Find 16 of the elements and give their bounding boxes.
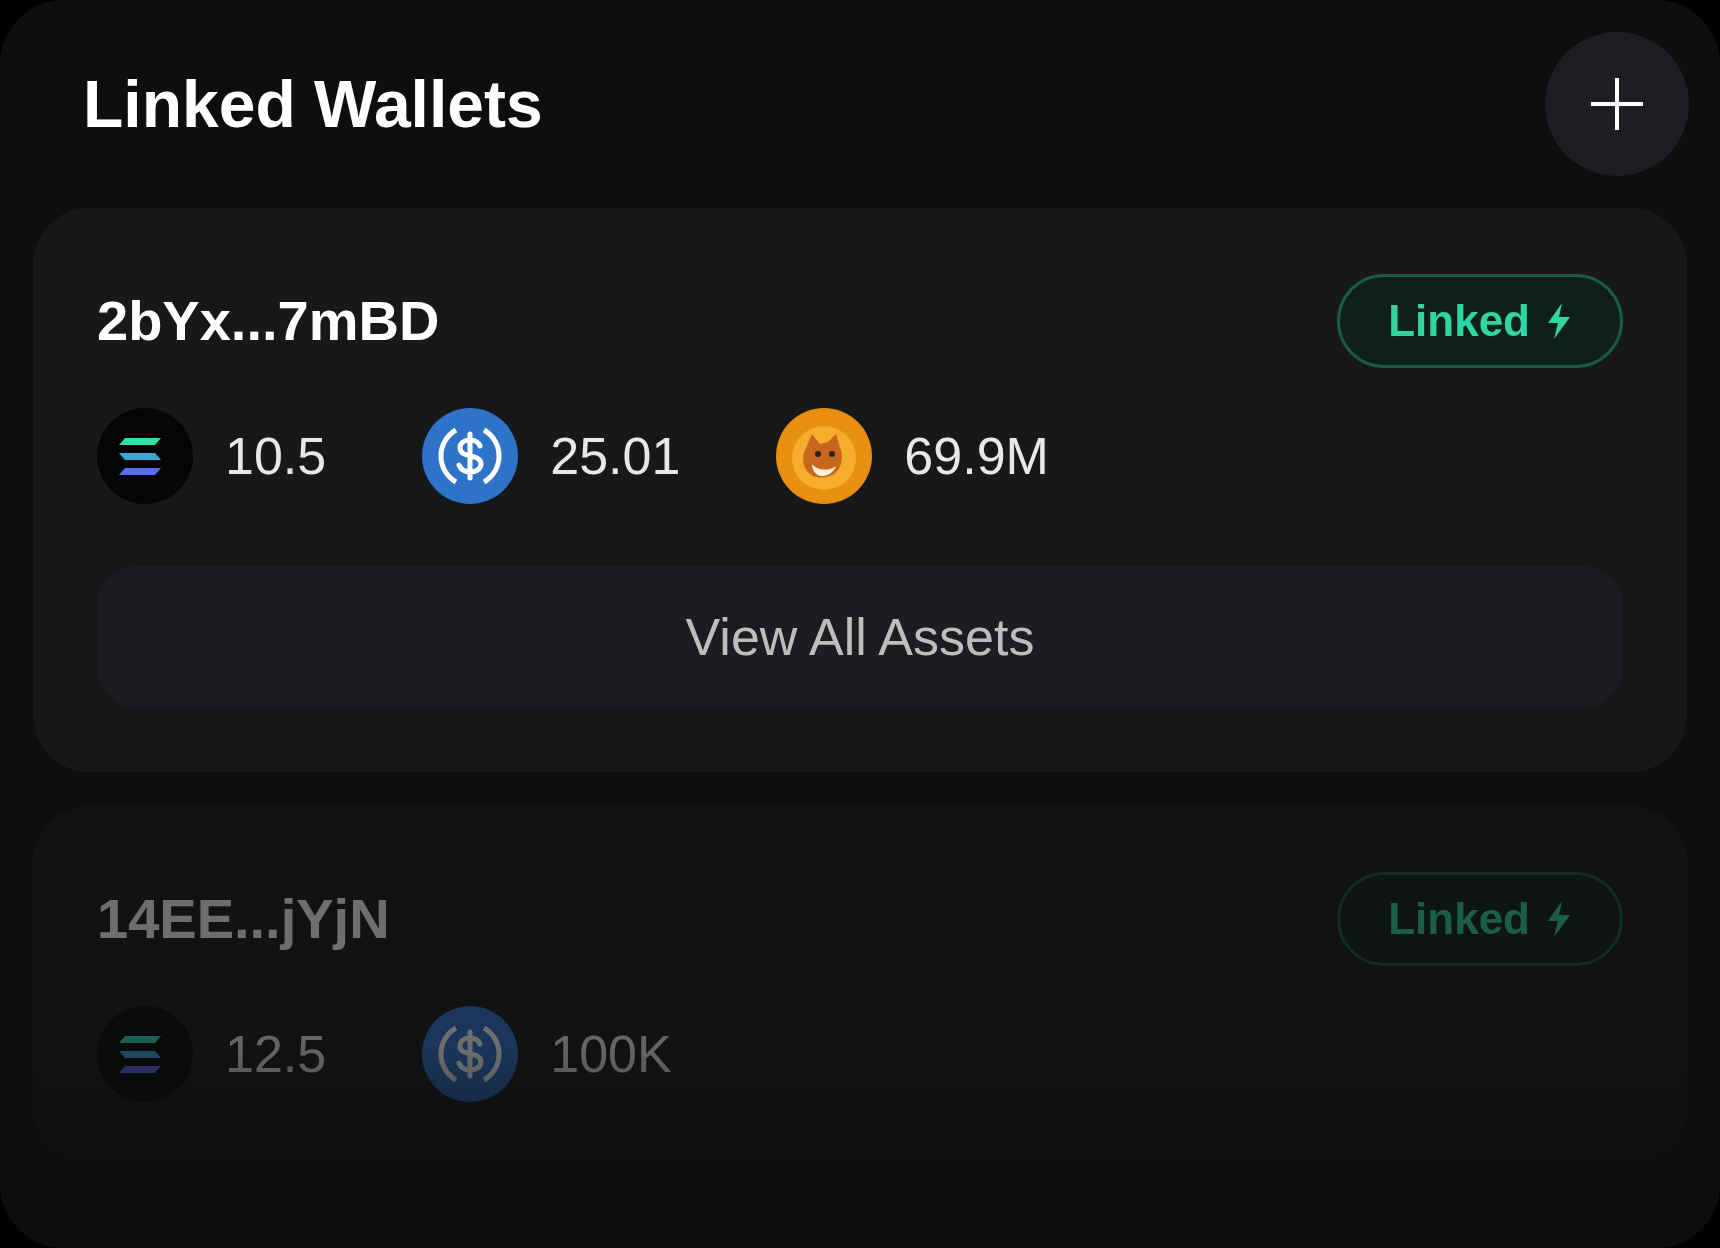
lightning-icon	[1546, 901, 1572, 937]
view-assets-button[interactable]: View All Assets	[97, 566, 1623, 708]
dog-token-icon	[776, 408, 873, 504]
status-label: Linked	[1388, 893, 1530, 945]
panel-title: Linked Wallets	[83, 71, 543, 137]
dollar-coin-icon	[422, 408, 519, 504]
lightning-icon	[1546, 303, 1572, 339]
layered-token-icon	[97, 408, 193, 504]
status-label: Linked	[1388, 295, 1530, 347]
token-amount: 25.01	[550, 426, 681, 487]
wallet-address: 2bYx...7mBD	[97, 293, 440, 349]
token-amount: 69.9M	[904, 426, 1049, 487]
token-amount: 12.5	[225, 1024, 327, 1085]
token-amount: 100K	[550, 1024, 672, 1085]
plus-icon	[1589, 76, 1645, 132]
token-amount: 10.5	[225, 426, 327, 487]
